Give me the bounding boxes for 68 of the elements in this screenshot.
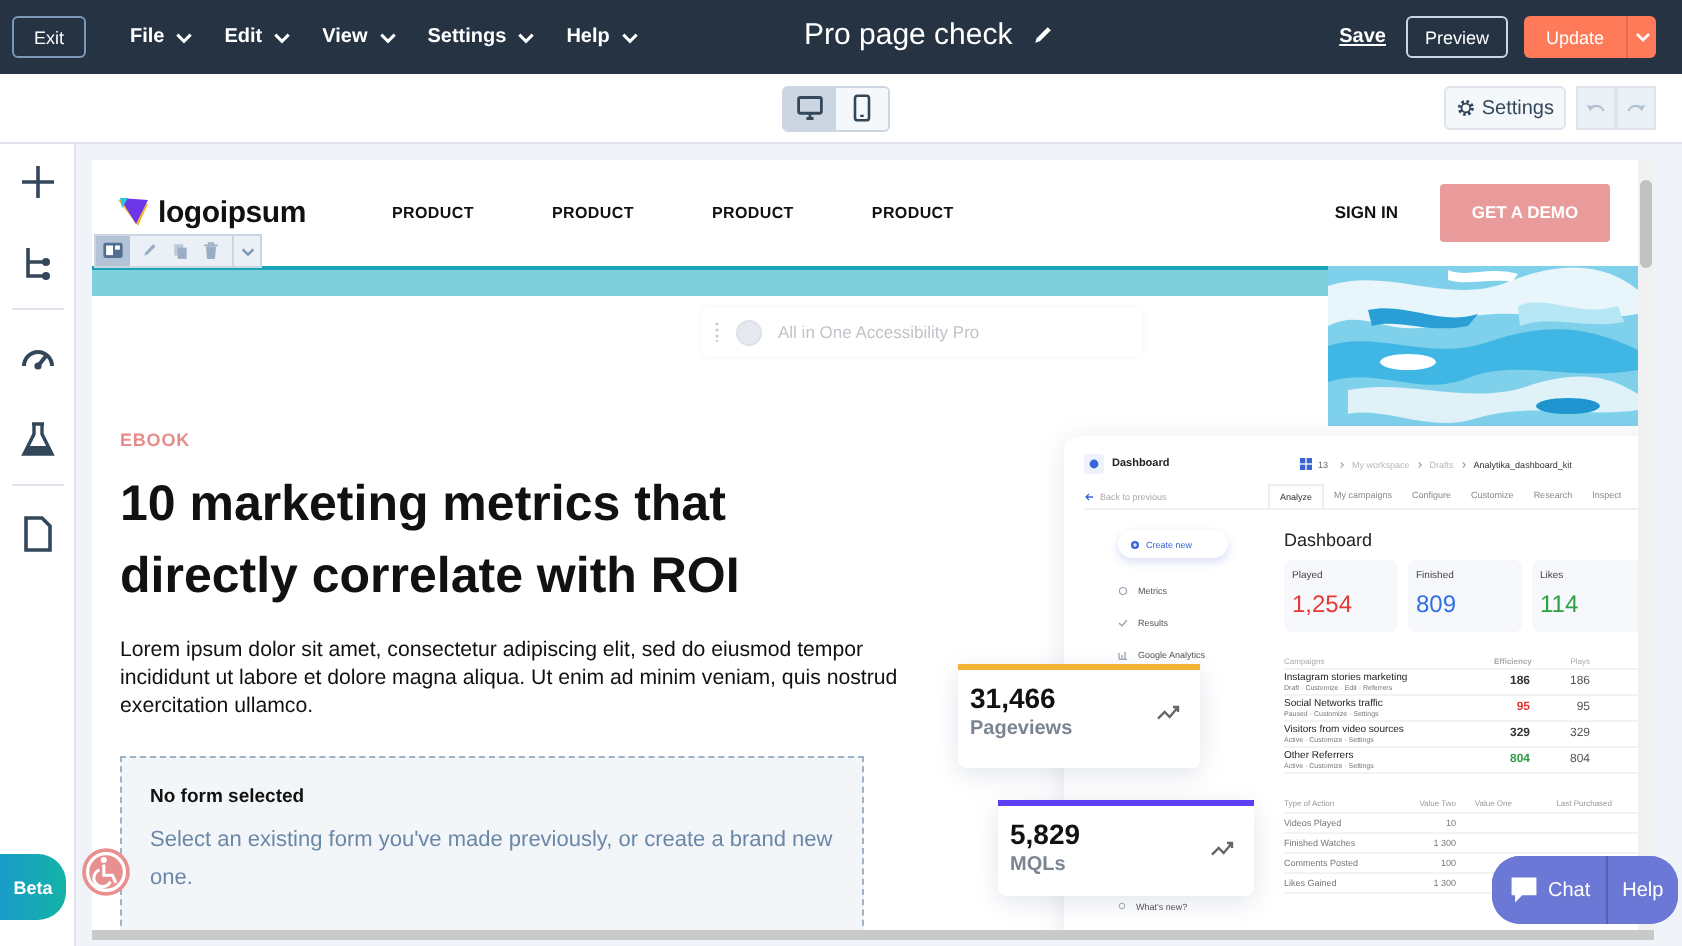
logo-text: logoipsum	[158, 195, 307, 229]
dropdown-button[interactable]	[1626, 16, 1656, 58]
add-icon	[19, 164, 55, 200]
nav-link[interactable]: PRODUCT	[392, 203, 474, 221]
caret-icon	[1633, 28, 1651, 46]
grid-icon	[1300, 458, 1312, 470]
nav-link[interactable]: PRODUCT	[871, 203, 954, 221]
chevron-icon	[1415, 459, 1424, 469]
toggle-switch[interactable]	[736, 319, 762, 345]
scrollbar[interactable]	[92, 930, 1654, 940]
circle-icon	[1118, 902, 1126, 910]
trend-arrow-icon	[1210, 837, 1234, 857]
check-icon	[1118, 617, 1128, 627]
layout-icon	[102, 240, 124, 262]
bar-chart-icon	[1118, 649, 1128, 659]
plus-icon	[1130, 539, 1140, 549]
metric-label: MQLs	[1010, 854, 1068, 876]
metric-value: 31,466	[970, 682, 1058, 714]
menu-item[interactable]: Edit	[224, 26, 293, 48]
chat-icon	[1508, 874, 1540, 906]
desktop-icon	[796, 94, 824, 122]
copy-icon[interactable]	[172, 242, 190, 260]
chat-button[interactable]: Chat	[1492, 856, 1609, 924]
metric-value: 5,829	[1010, 818, 1081, 850]
menu-item[interactable]: Settings	[427, 26, 537, 48]
menu-item[interactable]: File	[130, 26, 195, 48]
sign-in-link[interactable]: SIGN IN	[1334, 202, 1398, 222]
nav-link[interactable]: PRODUCT	[551, 203, 634, 221]
trend-arrow-icon	[1156, 701, 1180, 721]
settings-icon	[1456, 98, 1476, 118]
flask-icon	[19, 422, 55, 458]
page-icon	[19, 516, 55, 552]
menu-item[interactable]: View	[322, 26, 398, 48]
exit-button[interactable]: Exit	[12, 16, 86, 58]
back-arrow-icon	[1084, 492, 1094, 502]
trash-icon[interactable]	[202, 242, 220, 260]
stat-value: 114	[1540, 590, 1581, 618]
save-link[interactable]: Save	[1335, 26, 1390, 48]
stat-value: 1,254	[1292, 590, 1355, 618]
widget-label: All in One Accessibility Pro	[778, 322, 980, 342]
form-message: Select an existing form you've made previously, or create a brand new one.	[150, 826, 834, 894]
edit-title-icon[interactable]	[1032, 24, 1055, 46]
mobile-icon	[848, 94, 876, 122]
grip-icon	[714, 322, 720, 342]
chevron-icon	[1459, 459, 1468, 469]
dashboard-heading: Dashboard	[1284, 530, 1375, 550]
circle-icon	[1118, 585, 1128, 595]
app-logo-icon	[1084, 454, 1104, 474]
layout-button[interactable]	[96, 236, 130, 266]
chevron-icon	[1338, 459, 1347, 469]
page-title: Pro page check	[804, 18, 1013, 52]
device-toggle[interactable]	[836, 87, 888, 129]
settings-button[interactable]: Settings	[1444, 86, 1566, 130]
metric-label: Pageviews	[970, 718, 1073, 740]
form-title: No form selected	[150, 786, 307, 808]
hero-heading: 10 marketing metrics that directly correlate with ROI	[120, 474, 742, 608]
hero-paragraph: Lorem ipsum dolor sit amet, consectetur adipiscing elit, sed do eiusmod tempor incididunt ut labore et dolore magna aliqua. Ut enim ad minim veniam, quis nostrud exercitation ullamco.	[120, 636, 900, 720]
more-button[interactable]	[232, 236, 260, 266]
menu-item[interactable]: Help	[566, 26, 640, 48]
stat-value: 809	[1416, 590, 1459, 618]
logo-icon	[116, 194, 152, 230]
caret-icon	[239, 243, 255, 259]
preview-button[interactable]: Preview	[1406, 16, 1508, 58]
eyebrow-label: EBOOK	[120, 430, 193, 450]
accessibility-icon[interactable]	[80, 846, 132, 898]
device-toggle[interactable]	[784, 87, 836, 129]
nav-link[interactable]: PRODUCT	[711, 203, 794, 221]
edit-icon[interactable]	[142, 242, 160, 260]
